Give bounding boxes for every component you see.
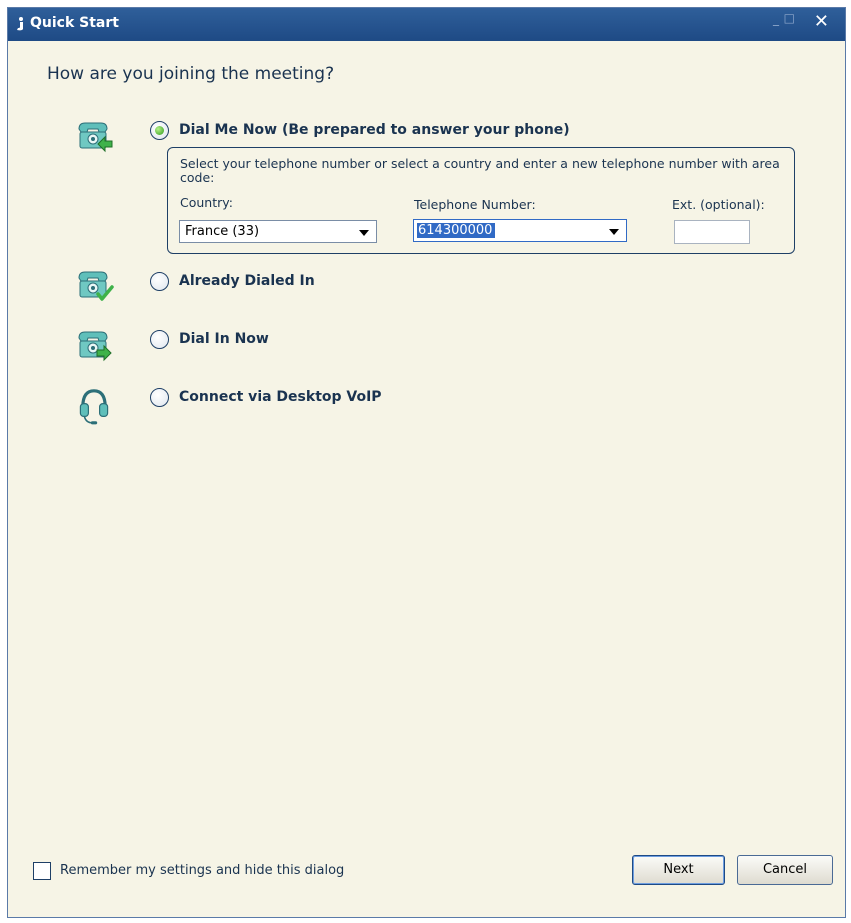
phone-outgoing-icon [78,331,112,362]
country-select-value: France (33) [185,224,260,239]
next-button[interactable]: Next [632,855,725,885]
radio-dial-me-now[interactable] [150,121,169,140]
radio-dial-in-now[interactable] [150,330,169,349]
minimize-button[interactable]: _ [773,12,779,26]
cancel-button[interactable]: Cancel [737,855,833,885]
phone-incoming-icon [78,122,113,153]
option-label-already-dialed-in[interactable]: Already Dialed In [179,273,315,289]
option-label-dial-me-now[interactable]: Dial Me Now (Be prepared to answer your … [179,122,570,138]
maximize-button[interactable]: □ [784,11,795,25]
close-button[interactable]: ✕ [814,11,829,32]
app-logo-icon [17,17,23,31]
telephone-label: Telephone Number: [414,197,536,212]
country-select[interactable]: France (33) [179,220,377,243]
headset-icon [79,389,109,425]
dial-instruction: Select your telephone number or select a… [180,156,780,185]
phone-check-icon [78,271,114,301]
page-title: How are you joining the meeting? [47,64,335,84]
option-label-desktop-voip[interactable]: Connect via Desktop VoIP [179,389,382,405]
window-title: Quick Start [30,15,119,31]
telephone-value[interactable]: 614300000 [417,223,496,238]
remember-settings-checkbox[interactable] [33,862,51,880]
radio-already-dialed-in[interactable] [150,272,169,291]
quick-start-dialog: Quick Start _ □ ✕ How are you joining th… [7,7,846,918]
option-label-dial-in-now[interactable]: Dial In Now [179,331,269,347]
telephone-combobox[interactable]: 614300000 [413,219,627,242]
chevron-down-icon[interactable] [609,229,619,235]
ext-label: Ext. (optional): [672,197,765,212]
title-bar[interactable]: Quick Start _ □ ✕ [8,8,845,41]
radio-desktop-voip[interactable] [150,388,169,407]
country-label: Country: [180,195,233,210]
chevron-down-icon[interactable] [359,230,369,236]
ext-input[interactable] [674,220,750,244]
remember-settings-label[interactable]: Remember my settings and hide this dialo… [60,863,344,878]
